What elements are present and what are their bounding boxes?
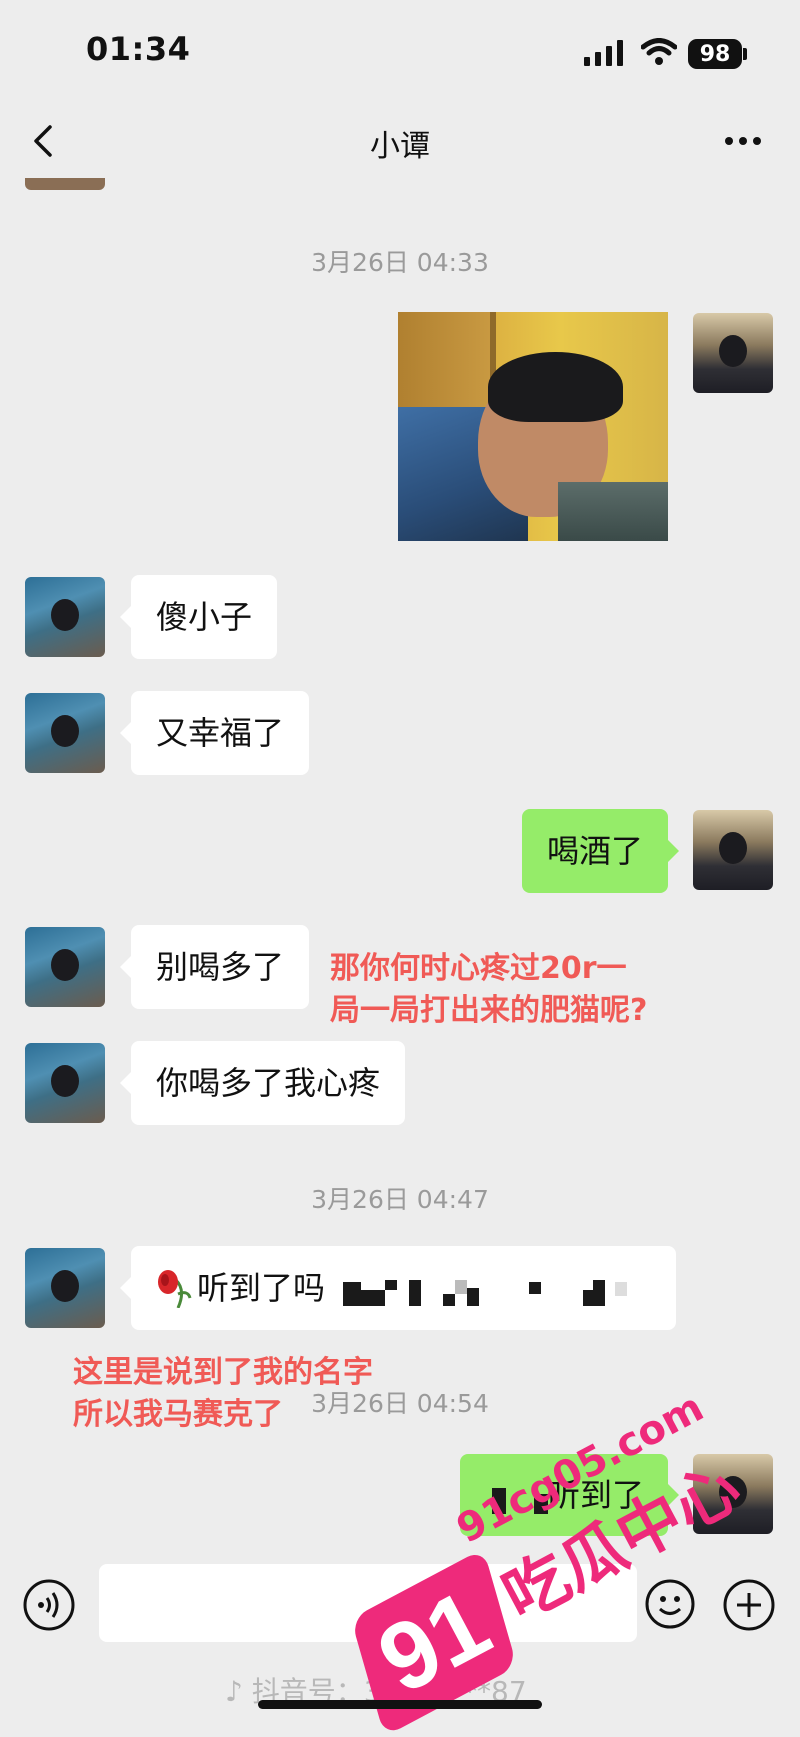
rose-emoji-icon [158,1270,192,1308]
avatar-me[interactable] [693,313,773,393]
more-dots-icon[interactable] [722,124,764,158]
annotation-text: 这里是说到了我的名字 所以我马赛克了 [73,1352,373,1436]
message-bubble-received[interactable]: 你喝多了我心疼 [131,1041,406,1125]
douyin-logo-icon: ♪ [225,1675,243,1708]
bubble-tail [120,956,131,978]
bubble-tail [120,722,131,744]
bubble-tail [668,840,679,862]
avatar-contact[interactable] [25,693,105,773]
bubble-tail [120,606,131,628]
message-bubble-received[interactable]: 别喝多了 [131,925,310,1009]
wifi-icon [641,38,677,65]
home-indicator [258,1700,542,1709]
message-bubble-sent[interactable]: 喝酒了 [521,809,668,893]
timestamp: 3月26日 04:33 [311,248,489,277]
timestamp: 3月26日 04:47 [311,1185,489,1214]
avatar-me[interactable] [693,810,773,890]
message-bubble-received[interactable]: 傻小子 [131,575,278,659]
annotation-line: 那你何时心疼过20r一 [330,951,627,986]
voice-icon[interactable] [22,1578,76,1632]
avatar-contact[interactable] [25,577,105,657]
message-text: 听到了吗 [197,1269,326,1307]
annotation-line: 局一局打出来的肥猫呢? [330,993,648,1028]
annotation-text: 那你何时心疼过20r一 局一局打出来的肥猫呢? [330,948,647,1032]
signal-icon [584,40,623,66]
mosaic-redaction [343,1276,627,1306]
plus-icon[interactable] [722,1578,776,1632]
battery-tip [743,48,747,60]
battery-icon: 98 [688,39,742,69]
chat-title: 小谭 [370,129,430,164]
scrolled-avatar-remnant [25,178,105,190]
avatar-contact[interactable] [25,927,105,1007]
message-bubble-received[interactable]: 又幸福了 [131,691,310,775]
avatar-contact[interactable] [25,1043,105,1123]
bubble-tail [120,1277,131,1299]
message-bubble-received[interactable]: 听到了吗 [131,1246,676,1330]
status-time: 01:34 [86,30,191,68]
avatar-contact[interactable] [25,1248,105,1328]
site-watermark: 91 91cg05.com 吃瓜中心 [313,1384,752,1737]
annotation-line: 所以我马赛克了 [73,1397,283,1432]
image-message[interactable] [398,312,668,541]
annotation-line: 这里是说到了我的名字 [73,1355,373,1390]
bubble-tail [120,1072,131,1094]
